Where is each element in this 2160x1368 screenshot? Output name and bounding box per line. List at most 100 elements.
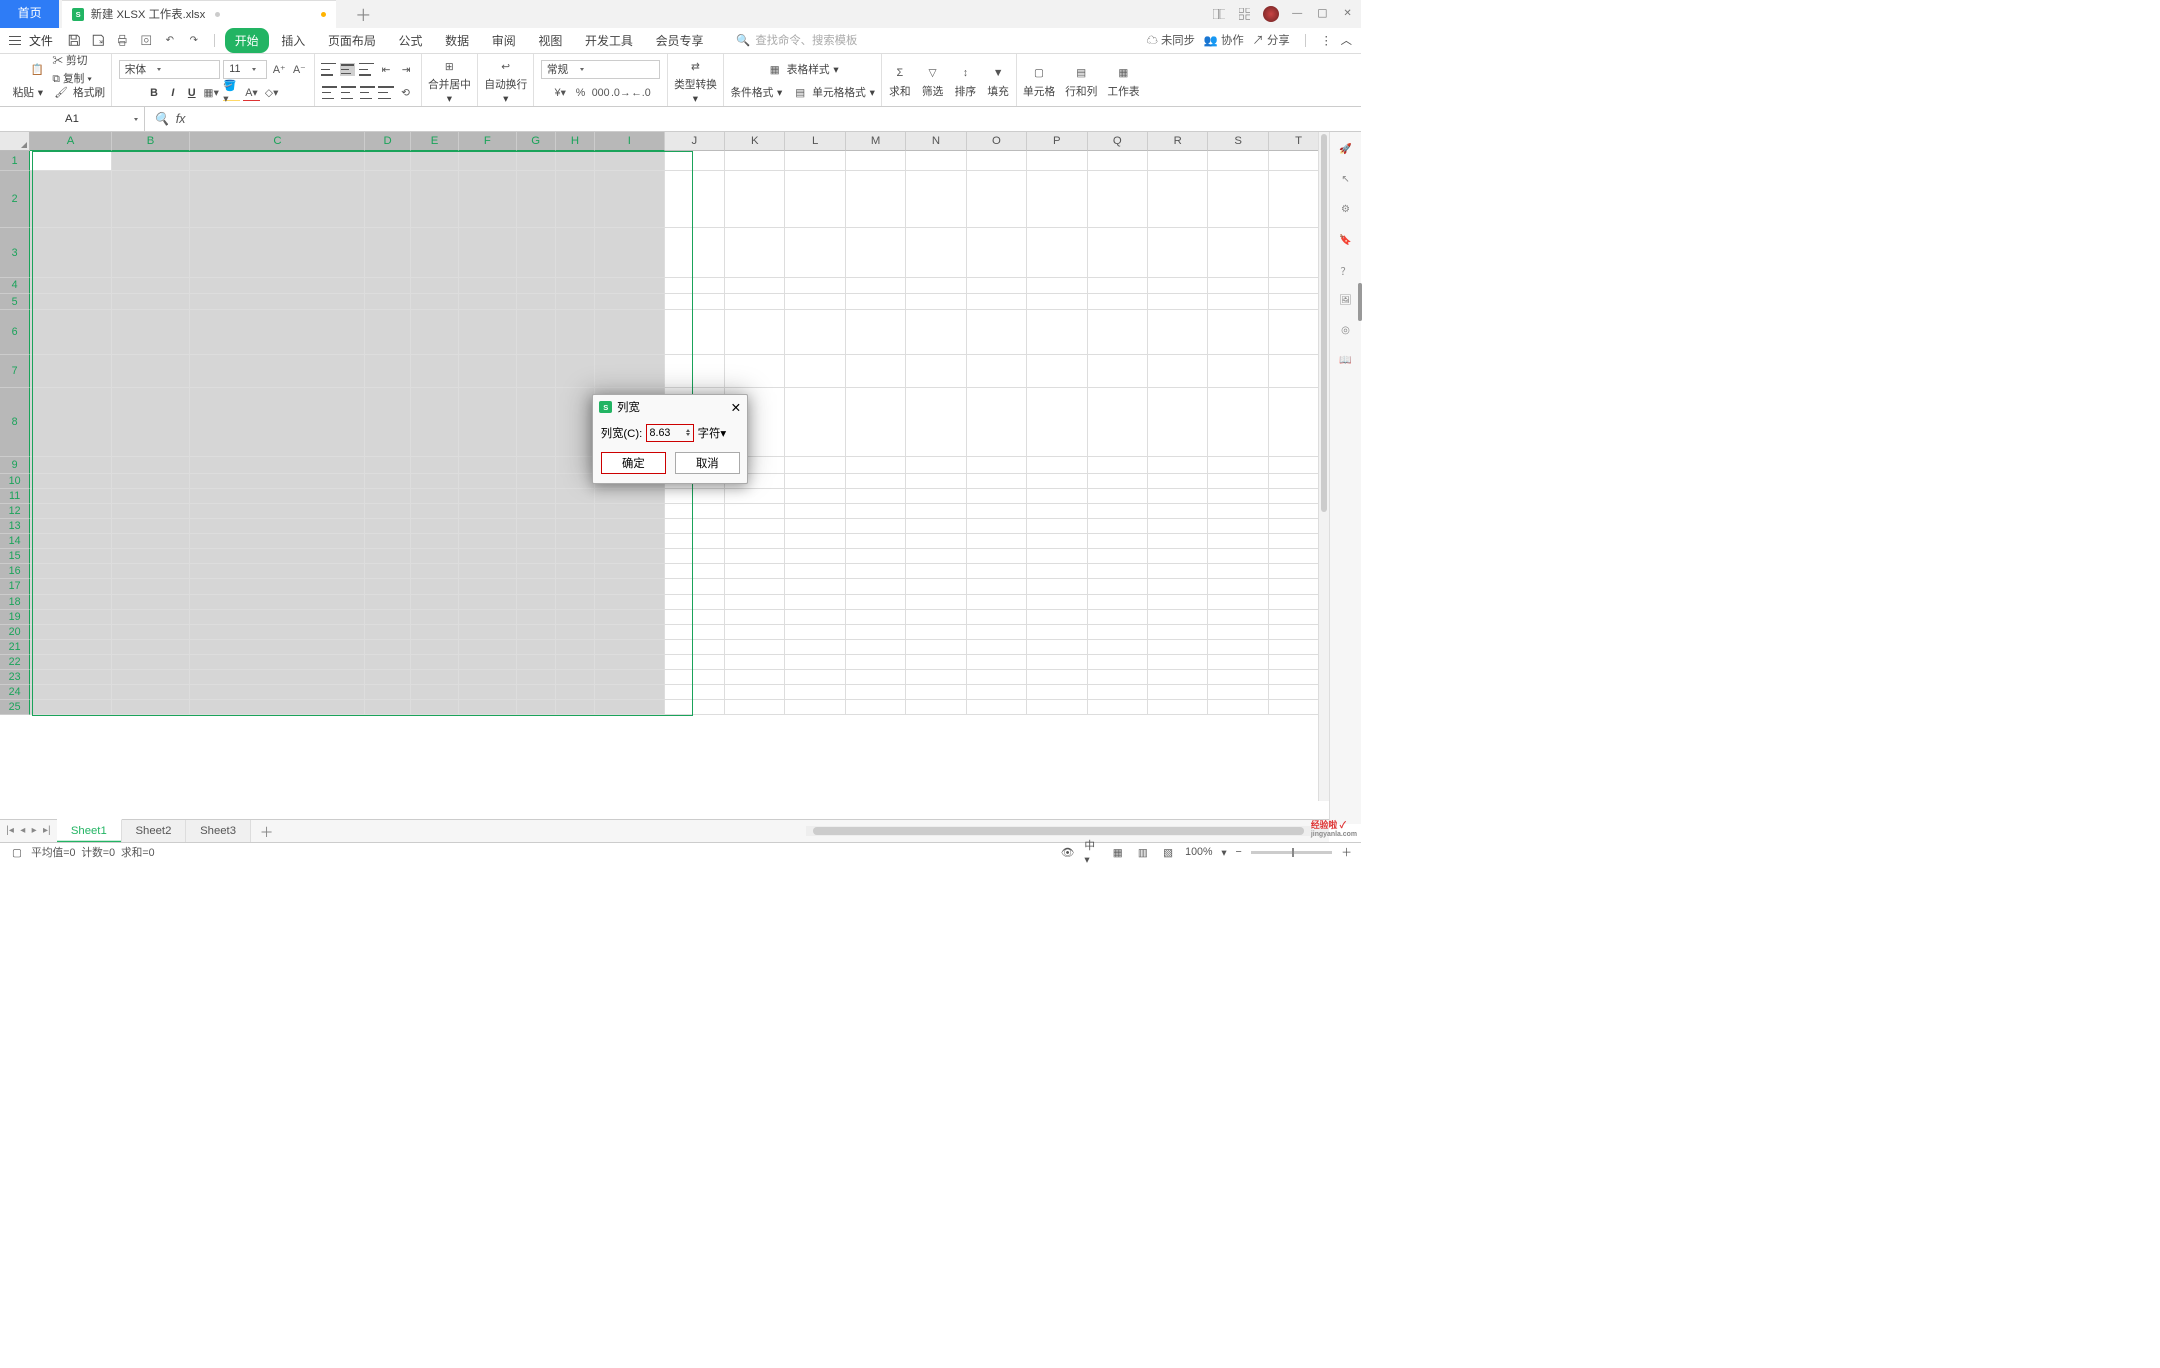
cell[interactable]	[556, 640, 595, 655]
menu-tab-7[interactable]: 开发工具	[575, 28, 643, 53]
cell[interactable]	[967, 457, 1027, 473]
column-header[interactable]: F	[459, 132, 516, 151]
save-icon[interactable]	[67, 33, 82, 48]
cell[interactable]	[112, 504, 191, 519]
cell[interactable]	[112, 278, 191, 293]
cell[interactable]	[30, 388, 112, 457]
cell[interactable]	[459, 595, 516, 610]
cell[interactable]	[906, 625, 966, 640]
cell[interactable]	[665, 310, 725, 355]
cell[interactable]	[967, 685, 1027, 700]
wrap-icon[interactable]: ↩	[494, 55, 517, 78]
cell[interactable]	[846, 457, 906, 473]
cell[interactable]	[365, 700, 410, 715]
share-button[interactable]: ↗ 分享	[1253, 32, 1290, 48]
wrap-label[interactable]: 自动换行	[484, 77, 527, 92]
cell[interactable]	[725, 151, 785, 171]
cell[interactable]	[112, 474, 191, 489]
cell[interactable]	[665, 579, 725, 594]
cell[interactable]	[785, 625, 845, 640]
cell[interactable]	[517, 700, 556, 715]
cell[interactable]	[1088, 228, 1148, 278]
cell[interactable]	[112, 549, 191, 564]
cell[interactable]	[112, 595, 191, 610]
align-bottom-icon[interactable]	[359, 63, 374, 76]
cell[interactable]	[459, 534, 516, 549]
row-header[interactable]: 25	[0, 700, 30, 715]
cell[interactable]	[967, 655, 1027, 670]
sheet-tab[interactable]: Sheet1	[57, 819, 122, 842]
cell[interactable]	[1148, 549, 1208, 564]
cell[interactable]	[785, 228, 845, 278]
cell[interactable]	[556, 151, 595, 171]
cell[interactable]	[190, 278, 365, 293]
cell[interactable]	[556, 310, 595, 355]
format-painter-label[interactable]: 格式刷	[73, 85, 105, 100]
next-sheet-icon[interactable]: ▸	[32, 825, 37, 836]
cell[interactable]	[459, 310, 516, 355]
hamburger-icon[interactable]	[9, 36, 22, 45]
cell[interactable]	[1088, 640, 1148, 655]
cell[interactable]	[1027, 519, 1087, 534]
cell[interactable]	[1027, 294, 1087, 310]
cell[interactable]	[1088, 457, 1148, 473]
cell[interactable]	[906, 151, 966, 171]
cell[interactable]	[846, 310, 906, 355]
cell[interactable]	[725, 294, 785, 310]
cell[interactable]	[411, 685, 459, 700]
cell[interactable]	[459, 151, 516, 171]
cell[interactable]	[459, 685, 516, 700]
cell[interactable]	[190, 388, 365, 457]
cell[interactable]	[967, 549, 1027, 564]
cell[interactable]	[665, 595, 725, 610]
cell[interactable]	[1148, 457, 1208, 473]
cell[interactable]	[365, 489, 410, 504]
cell[interactable]	[1088, 310, 1148, 355]
menu-tab-2[interactable]: 页面布局	[318, 28, 386, 53]
cell[interactable]	[846, 519, 906, 534]
cell[interactable]	[190, 519, 365, 534]
cell[interactable]	[517, 519, 556, 534]
cell[interactable]	[190, 640, 365, 655]
cell[interactable]	[967, 504, 1027, 519]
row-header[interactable]: 23	[0, 670, 30, 685]
cell[interactable]	[459, 640, 516, 655]
cell[interactable]	[411, 474, 459, 489]
cell[interactable]	[785, 700, 845, 715]
cell[interactable]	[1088, 655, 1148, 670]
first-sheet-icon[interactable]: |◂	[6, 825, 14, 836]
cell[interactable]	[365, 579, 410, 594]
cell[interactable]	[411, 549, 459, 564]
unit-label[interactable]: 字符▾	[698, 425, 726, 441]
cell[interactable]	[30, 625, 112, 640]
cell[interactable]	[665, 151, 725, 171]
cell[interactable]	[595, 549, 664, 564]
cell[interactable]	[112, 610, 191, 625]
cell[interactable]	[1027, 549, 1087, 564]
cell[interactable]	[459, 670, 516, 685]
cell[interactable]	[1148, 519, 1208, 534]
cell[interactable]	[967, 388, 1027, 457]
cell[interactable]	[556, 700, 595, 715]
cell[interactable]	[1148, 534, 1208, 549]
cell[interactable]	[459, 489, 516, 504]
cell[interactable]	[365, 171, 410, 228]
table-style-label[interactable]: 表格样式	[787, 62, 830, 77]
cell[interactable]	[967, 579, 1027, 594]
cell[interactable]	[517, 564, 556, 579]
cell[interactable]	[1148, 489, 1208, 504]
cell[interactable]	[595, 489, 664, 504]
cell[interactable]	[365, 474, 410, 489]
cell[interactable]	[190, 655, 365, 670]
cell[interactable]	[725, 655, 785, 670]
cell[interactable]	[365, 685, 410, 700]
menu-tab-8[interactable]: 会员专享	[646, 28, 714, 53]
cell[interactable]	[595, 595, 664, 610]
cell[interactable]	[1027, 579, 1087, 594]
cell[interactable]	[725, 564, 785, 579]
target-icon[interactable]: ◎	[1337, 323, 1353, 339]
menu-tab-0[interactable]: 开始	[225, 28, 269, 53]
cell[interactable]	[967, 625, 1027, 640]
row-header[interactable]: 18	[0, 595, 30, 610]
cell[interactable]	[846, 564, 906, 579]
